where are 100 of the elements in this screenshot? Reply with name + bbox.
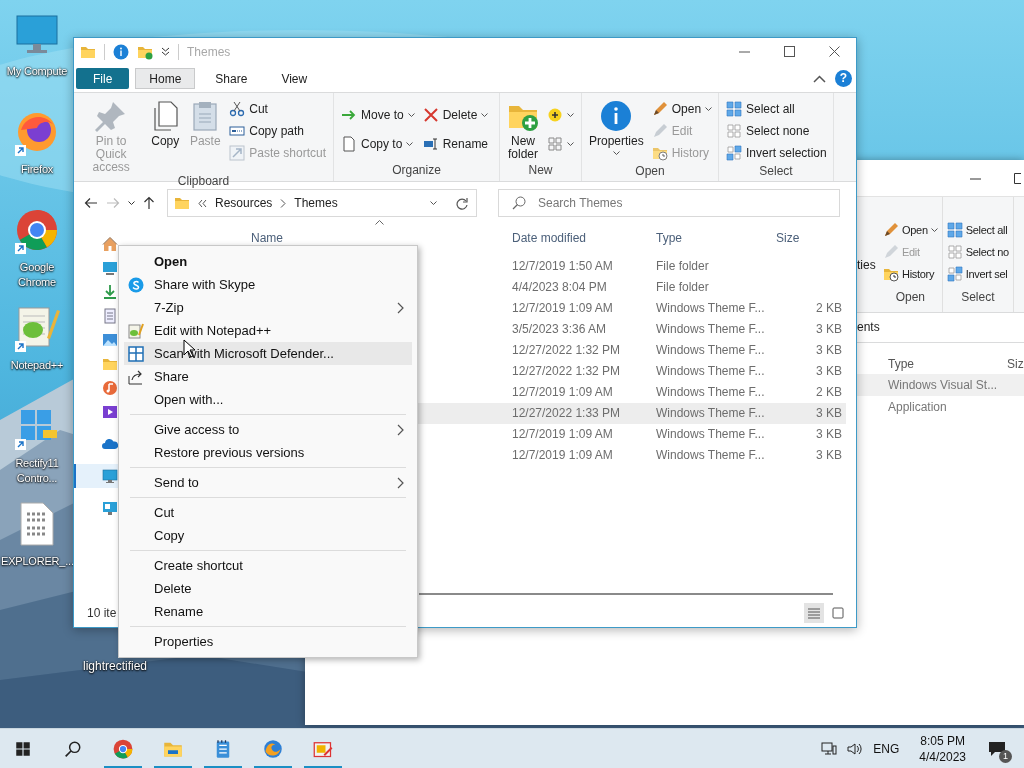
- search-icon: [512, 196, 526, 210]
- speaker-icon[interactable]: [847, 740, 864, 757]
- group-label: Select: [758, 164, 794, 180]
- language-indicator[interactable]: ENG: [873, 741, 900, 756]
- ribbon-button[interactable]: Copy path: [226, 120, 329, 142]
- menu-item[interactable]: Copy: [124, 524, 412, 547]
- caret-icon: [612, 151, 620, 156]
- pen-icon: [651, 101, 668, 117]
- select-none-icon: [946, 244, 963, 260]
- menu-item[interactable]: Delete: [124, 577, 412, 600]
- caret-icon: [705, 106, 713, 112]
- invert-selection-icon: [726, 145, 742, 161]
- pictures-icon: [102, 332, 118, 348]
- ribbon-button[interactable]: History: [881, 263, 940, 285]
- ribbon-button[interactable]: Properties: [586, 96, 647, 156]
- pin-icon: [95, 100, 128, 132]
- pen-icon: [883, 222, 899, 238]
- shortcut-arrow-icon: [15, 145, 26, 156]
- copy-path-icon: [229, 123, 246, 139]
- column-header[interactable]: Size: [776, 220, 842, 248]
- file-row[interactable]: Windows Visual St...: [857, 374, 1024, 396]
- file-menu-button[interactable]: File: [76, 68, 130, 89]
- ribbon-button[interactable]: Move to: [338, 104, 418, 126]
- menu-item[interactable]: Create shortcut: [124, 554, 412, 577]
- ribbon-button[interactable]: Select all: [723, 98, 830, 120]
- maximize-icon[interactable]: [1014, 172, 1021, 184]
- menu-item[interactable]: Share with Skype: [124, 273, 412, 296]
- menu-item[interactable]: Share: [124, 365, 412, 388]
- chevron-up-icon[interactable]: [813, 74, 826, 83]
- ribbon-button[interactable]: Open: [881, 219, 940, 241]
- breadcrumb[interactable]: Resources: [215, 196, 273, 210]
- menu-item[interactable]: Properties: [124, 630, 412, 653]
- select-all-icon: [726, 101, 742, 117]
- ribbon-button[interactable]: Rename: [419, 133, 492, 155]
- menu-item[interactable]: 7-Zip: [124, 296, 412, 319]
- maximize-icon[interactable]: [784, 46, 795, 57]
- file-row[interactable]: Application: [857, 396, 1024, 418]
- ribbon-button[interactable]: Invert sel: [944, 263, 1011, 285]
- menu-item[interactable]: Restore previous versions: [124, 441, 412, 464]
- nav-item[interactable]: [74, 464, 118, 488]
- monitor-icon: [102, 468, 118, 484]
- desktop-icon-label[interactable]: EXPLORER_...: [1, 554, 73, 569]
- column-header[interactable]: Name: [251, 220, 512, 248]
- date-cell-text: 12/7/2019 1:09 AM: [512, 384, 614, 401]
- ribbon-tab[interactable]: View: [267, 68, 322, 89]
- house-icon: [102, 236, 118, 252]
- help-button[interactable]: ?: [835, 70, 852, 87]
- ribbon-tab[interactable]: Home: [135, 68, 196, 89]
- size-cell-text: 2 KB: [815, 384, 842, 401]
- ribbon-button[interactable]: Open: [648, 98, 716, 120]
- column-header[interactable]: Date modified: [512, 220, 656, 248]
- status-text: 10 ite: [87, 606, 117, 620]
- column-header[interactable]: Type: [888, 354, 914, 374]
- horizontal-scrollbar[interactable]: [419, 593, 833, 595]
- chevron-down-icon[interactable]: [161, 47, 170, 56]
- menu-item[interactable]: Rename: [124, 600, 412, 623]
- ribbon-button[interactable]: Select no: [944, 241, 1011, 263]
- running-indicator: [254, 766, 292, 768]
- menu-item[interactable]: Scan with Microsoft Defender...: [124, 342, 412, 365]
- back-arrow-icon[interactable]: [84, 197, 98, 209]
- ribbon-button[interactable]: Select all: [944, 219, 1011, 241]
- column-header[interactable]: Siz: [1007, 354, 1024, 374]
- address-bar[interactable]: Resources Themes: [167, 189, 477, 217]
- ribbon-button[interactable]: Delete: [419, 104, 492, 126]
- menu-item[interactable]: Cut: [124, 501, 412, 524]
- rename-icon: [422, 136, 439, 152]
- column-header[interactable]: Type: [656, 220, 776, 248]
- breadcrumb[interactable]: Themes: [294, 196, 338, 210]
- menu-item[interactable]: Send to: [124, 471, 412, 494]
- notification-button[interactable]: 1: [988, 737, 1010, 760]
- ribbon-button[interactable]: Select none: [723, 120, 830, 142]
- network-monitor-icon[interactable]: [821, 740, 838, 757]
- caret-icon: [481, 112, 489, 118]
- size-cell-text: 3 KB: [815, 342, 842, 359]
- ribbon-button[interactable]: Invert selection: [723, 142, 830, 164]
- caret-icon: [406, 141, 414, 147]
- ribbon-button[interactable]: Copy to: [338, 133, 418, 155]
- ribbon-button[interactable]: Copy: [146, 96, 185, 148]
- date-cell-text: 3/5/2023 3:36 AM: [512, 321, 608, 338]
- menu-item[interactable]: Open: [124, 250, 412, 273]
- group-label: Clipboard: [176, 174, 231, 188]
- ribbon-tab[interactable]: Share: [201, 68, 262, 89]
- type-cell-text: File folder: [656, 279, 710, 296]
- desktop-icon-label[interactable]: lightrectified: [83, 659, 148, 673]
- share-icon: [128, 368, 144, 385]
- ribbon-button[interactable]: New folder: [504, 96, 542, 161]
- search-field[interactable]: Search Themes: [498, 189, 840, 217]
- caret-icon[interactable]: [128, 200, 135, 206]
- date-cell-text: 4/4/2023 8:04 PM: [512, 279, 608, 296]
- size-cell-text: 3 KB: [815, 363, 842, 380]
- refresh-icon[interactable]: [455, 196, 468, 210]
- up-arrow-icon[interactable]: [143, 196, 155, 210]
- close-icon[interactable]: [829, 46, 840, 57]
- group-label: Open: [894, 289, 927, 307]
- clock[interactable]: 8:05 PM 4/4/2023: [919, 732, 966, 765]
- menu-item[interactable]: Edit with Notepad++: [124, 319, 412, 342]
- dropdown-caret-icon: [430, 200, 437, 206]
- chevron-right-icon: [280, 198, 287, 208]
- shortcut-arrow-icon: [15, 439, 26, 450]
- ribbon-button[interactable]: Cut: [226, 98, 329, 120]
